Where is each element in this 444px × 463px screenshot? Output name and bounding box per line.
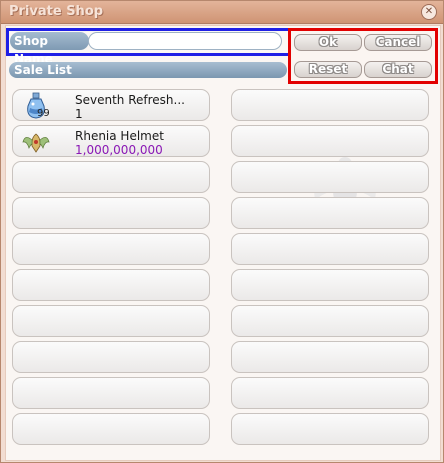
sale-slot[interactable]: 99 Seventh Refresh... 1: [12, 89, 210, 121]
sale-slot-empty[interactable]: [12, 269, 210, 301]
shop-name-group: Shop Name: [6, 28, 292, 66]
item-quantity-badge: 99: [37, 108, 50, 119]
sale-slot-empty[interactable]: [231, 89, 429, 121]
sale-slot-empty[interactable]: [231, 413, 429, 445]
sale-slot-empty[interactable]: [12, 161, 210, 193]
sale-list-label: Sale List: [9, 62, 287, 78]
sale-slot-empty[interactable]: [231, 125, 429, 157]
sale-slot-empty[interactable]: [231, 341, 429, 373]
sale-slot-empty[interactable]: [231, 305, 429, 337]
chat-button[interactable]: Chat: [364, 61, 432, 78]
sale-slot-empty[interactable]: [12, 305, 210, 337]
reset-button[interactable]: Reset: [294, 61, 362, 78]
sale-slot-empty[interactable]: [231, 161, 429, 193]
title-bar[interactable]: Private Shop ✕: [1, 1, 443, 24]
winged-helmet-icon: [22, 133, 50, 153]
sale-slot-empty[interactable]: [12, 377, 210, 409]
sale-slot-empty[interactable]: [231, 233, 429, 265]
sale-slot-empty[interactable]: [231, 377, 429, 409]
item-quantity: 1: [75, 107, 83, 121]
item-price: 1,000,000,000: [75, 143, 163, 157]
sale-slot[interactable]: Rhenia Helmet 1,000,000,000: [12, 125, 210, 157]
item-name: Seventh Refresh...: [75, 93, 185, 107]
close-icon[interactable]: ✕: [421, 4, 437, 20]
sale-slot-empty[interactable]: [12, 413, 210, 445]
item-name: Rhenia Helmet: [75, 129, 164, 143]
sale-slot-empty[interactable]: [231, 197, 429, 229]
sale-slot-empty[interactable]: [231, 269, 429, 301]
cancel-button[interactable]: Cancel: [364, 34, 432, 51]
shop-name-label: Shop Name: [10, 32, 89, 66]
sale-slot-empty[interactable]: [12, 197, 210, 229]
shop-name-input[interactable]: [88, 32, 282, 50]
sale-slot-empty[interactable]: [12, 233, 210, 265]
action-buttons-group: Ok Cancel Reset Chat: [288, 28, 438, 84]
ok-button[interactable]: Ok: [294, 34, 362, 51]
sale-slot-empty[interactable]: [12, 341, 210, 373]
window-title: Private Shop: [9, 4, 104, 19]
